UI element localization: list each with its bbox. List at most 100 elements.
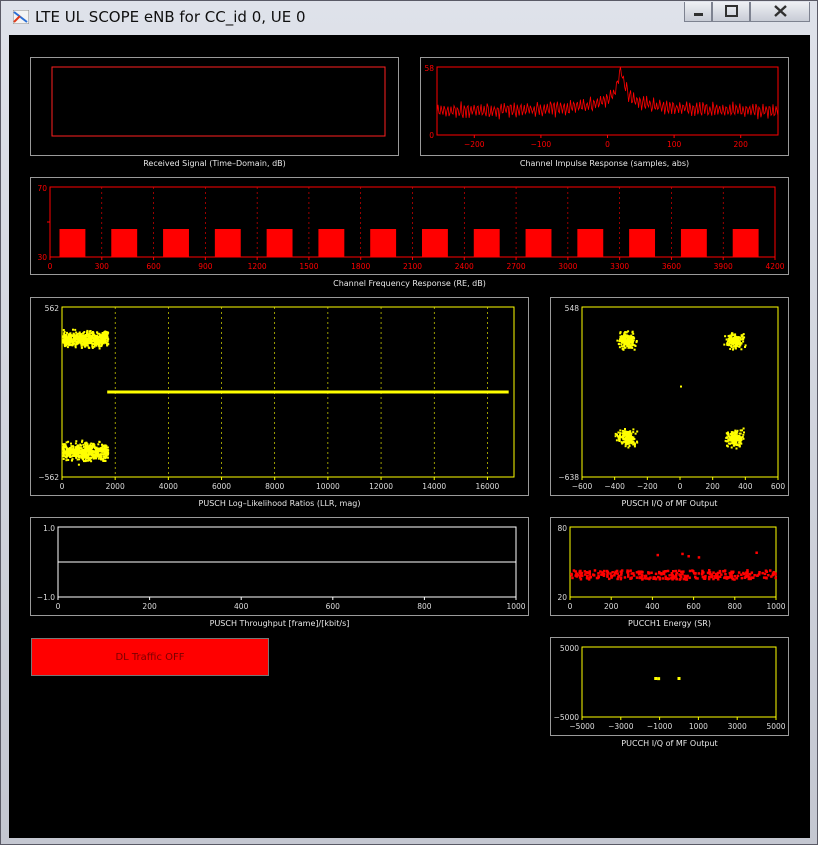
llr-point	[91, 334, 94, 336]
llr-point	[101, 443, 103, 446]
energy-point	[626, 571, 629, 574]
iq-point	[735, 434, 738, 437]
iq-point	[731, 332, 733, 335]
pucch-iq-point	[657, 677, 661, 681]
iq-point	[728, 439, 731, 442]
llr-point	[83, 449, 86, 452]
energy-point	[694, 575, 697, 579]
energy-point	[742, 571, 745, 575]
llr-point	[77, 450, 80, 453]
iq-point	[627, 337, 630, 340]
iq-point	[636, 441, 639, 444]
llr-point	[82, 332, 85, 335]
x-tick-label: −1000	[647, 722, 673, 731]
iq-point	[630, 338, 633, 341]
llr-point	[92, 443, 94, 446]
energy-point	[723, 576, 726, 580]
llr-point	[85, 453, 88, 456]
iq-point	[624, 439, 627, 442]
iq-point	[735, 339, 738, 342]
llr-point	[100, 455, 103, 458]
y-tick-label: 5000	[560, 644, 579, 653]
llr-point	[84, 444, 87, 447]
energy-point	[725, 577, 729, 580]
energy-point	[716, 578, 720, 581]
iq-point	[742, 340, 745, 343]
iq-point	[733, 338, 736, 341]
llr-point	[72, 450, 75, 453]
energy-point	[583, 573, 587, 576]
iq-point	[732, 444, 735, 447]
y-tick-label: 1.0	[43, 524, 55, 533]
energy-point	[724, 573, 727, 576]
energy-point	[757, 572, 761, 576]
iq-point	[633, 348, 636, 351]
energy-point	[670, 572, 674, 575]
energy-outlier	[697, 556, 701, 559]
llr-point	[72, 335, 74, 338]
llr-point	[85, 447, 88, 449]
iq-point	[730, 345, 733, 348]
x-tick-label: 0	[48, 262, 53, 271]
iq-point	[632, 431, 635, 434]
energy-point	[664, 570, 667, 573]
energy-point	[728, 576, 732, 579]
iq-point	[742, 437, 745, 440]
iq-point	[632, 443, 635, 446]
x-tick-label: 200	[142, 602, 157, 611]
llr-point	[103, 452, 106, 455]
iq-point	[736, 337, 739, 340]
llr-point	[102, 445, 105, 448]
llr-point	[76, 458, 79, 461]
x-tick-label: 10000	[316, 482, 340, 491]
iq-point	[744, 344, 747, 347]
pusch-iq-plot: −600 −400 −200 0 200 400 600 548 −638	[558, 304, 785, 491]
llr-point	[90, 457, 93, 460]
plot-frame	[581, 646, 777, 718]
iq-point	[620, 343, 623, 346]
energy-point	[764, 576, 768, 579]
maximize-button[interactable]	[712, 2, 750, 22]
energy-point	[761, 571, 764, 575]
llr-point	[104, 336, 107, 338]
y-tick-label: −638	[558, 473, 579, 482]
x-tick-label: 0	[60, 482, 65, 491]
energy-point	[638, 576, 642, 579]
iq-point	[725, 338, 728, 341]
llr-point	[72, 340, 75, 343]
energy-point	[657, 575, 660, 579]
iq-point	[622, 339, 625, 341]
energy-point	[702, 577, 706, 580]
llr-point	[92, 453, 95, 456]
energy-point	[746, 574, 750, 577]
energy-point	[641, 578, 644, 581]
llr-point	[96, 336, 99, 339]
energy-point	[671, 578, 674, 581]
x-tick-label: −5000	[569, 722, 595, 731]
llr-point	[94, 450, 96, 453]
title-bar[interactable]: LTE UL SCOPE eNB for CC_id 0, UE 0	[1, 1, 817, 33]
pusch-throughput-caption: PUSCH Throughput [frame]/[kbit/s]	[209, 619, 350, 628]
iq-point	[741, 335, 744, 338]
x-tick-label: 2700	[507, 262, 526, 271]
iq-point	[632, 343, 635, 346]
minimize-button[interactable]	[684, 2, 712, 22]
iq-point	[619, 429, 622, 432]
dl-traffic-button[interactable]: DL Traffic OFF	[31, 638, 269, 676]
energy-point	[632, 574, 636, 577]
close-button[interactable]	[750, 2, 810, 22]
llr-point	[90, 332, 93, 334]
energy-point	[718, 575, 722, 578]
llr-point	[90, 442, 93, 445]
iq-point	[616, 339, 619, 342]
energy-point	[608, 577, 611, 581]
iq-point	[732, 437, 735, 440]
iq-point	[631, 346, 634, 349]
x-tick-label: 2100	[403, 262, 422, 271]
x-tick-label: 200	[734, 140, 749, 149]
iq-point	[736, 344, 739, 347]
llr-point	[67, 342, 70, 345]
x-tick-label: 100	[667, 140, 682, 149]
x-tick-label: 600	[146, 262, 161, 271]
llr-point	[81, 338, 84, 341]
